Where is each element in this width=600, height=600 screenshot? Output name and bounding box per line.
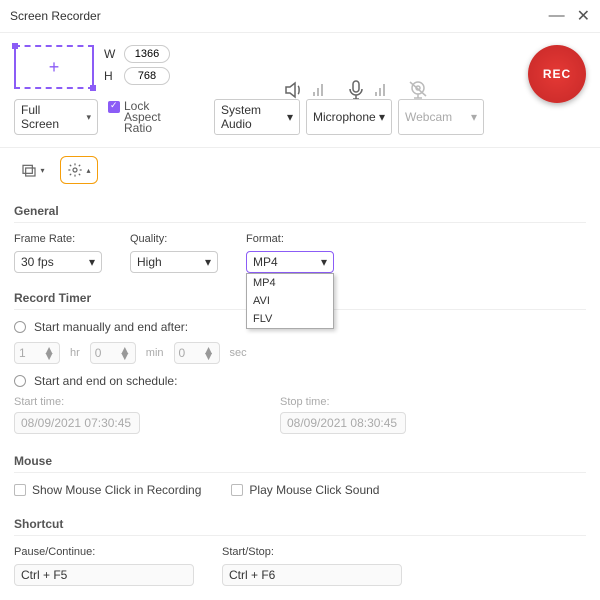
manual-timer-radio[interactable] [14, 321, 26, 333]
manual-timer-label: Start manually and end after: [34, 320, 188, 334]
minimize-icon[interactable]: ― [549, 7, 565, 25]
quality-select[interactable]: High ▾ [130, 251, 218, 273]
chevron-down-icon: ▾ [287, 110, 293, 124]
screenshot-tool-button[interactable]: ▾ [14, 156, 52, 184]
format-select[interactable]: MP4 ▾ [246, 251, 334, 273]
pause-shortcut-input[interactable]: Ctrl + F5 [14, 564, 194, 586]
play-click-sound-checkbox[interactable] [231, 484, 243, 496]
window-controls: ― ✕ [549, 6, 590, 26]
format-option-flv[interactable]: FLV [247, 310, 333, 328]
record-button[interactable]: REC [528, 45, 586, 103]
minutes-spinner[interactable]: 0 ▲▼ [90, 342, 136, 364]
general-section-title: General [14, 196, 586, 223]
format-label: Format: [246, 233, 334, 245]
chevron-down-icon: ▾ [379, 110, 385, 124]
play-click-sound-label: Play Mouse Click Sound [249, 483, 379, 497]
shortcut-section-title: Shortcut [14, 509, 586, 536]
height-input[interactable] [124, 67, 170, 85]
titlebar: Screen Recorder ― ✕ [0, 0, 600, 33]
window-title: Screen Recorder [10, 9, 101, 23]
width-label: W [104, 47, 118, 61]
start-shortcut-label: Start/Stop: [222, 546, 402, 558]
width-input[interactable] [124, 45, 170, 63]
show-mouse-click-checkbox[interactable] [14, 484, 26, 496]
schedule-timer-radio[interactable] [14, 375, 26, 387]
mouse-section-title: Mouse [14, 446, 586, 473]
quality-label: Quality: [130, 233, 218, 245]
stop-time-label: Stop time: [280, 396, 406, 408]
top-panel: + W H Full Screen ▾ [0, 33, 600, 148]
start-time-input[interactable]: 08/09/2021 07:30:45 [14, 412, 140, 434]
height-label: H [104, 69, 118, 83]
hours-spinner[interactable]: 1 ▲▼ [14, 342, 60, 364]
chevron-down-icon: ▾ [89, 255, 95, 269]
schedule-timer-label: Start and end on schedule: [34, 374, 177, 388]
frame-rate-label: Frame Rate: [14, 233, 102, 245]
start-time-label: Start time: [14, 396, 140, 408]
settings-tool-button[interactable]: ▴ [60, 156, 98, 184]
close-icon[interactable]: ✕ [577, 6, 590, 26]
stop-time-input[interactable]: 08/09/2021 08:30:45 [280, 412, 406, 434]
format-option-avi[interactable]: AVI [247, 292, 333, 310]
chevron-down-icon: ▾ [205, 255, 211, 269]
chevron-down-icon: ▾ [86, 112, 91, 123]
pause-shortcut-label: Pause/Continue: [14, 546, 194, 558]
system-audio-select[interactable]: System Audio ▾ [214, 99, 300, 135]
start-shortcut-input[interactable]: Ctrl + F6 [222, 564, 402, 586]
microphone-select[interactable]: Microphone ▾ [306, 99, 392, 135]
format-option-mp4[interactable]: MP4 [247, 274, 333, 292]
chevron-down-icon: ▾ [321, 255, 327, 269]
show-mouse-click-label: Show Mouse Click in Recording [32, 483, 201, 497]
format-dropdown: MP4 AVI FLV [246, 273, 334, 329]
capture-area-selector[interactable]: + [14, 45, 94, 89]
capture-mode-select[interactable]: Full Screen ▾ [14, 99, 98, 135]
seconds-spinner[interactable]: 0 ▲▼ [174, 342, 220, 364]
webcam-select[interactable]: Webcam ▾ [398, 99, 484, 135]
lock-aspect-label: Lock Aspect Ratio [124, 101, 184, 134]
frame-rate-select[interactable]: 30 fps ▾ [14, 251, 102, 273]
lock-aspect-checkbox[interactable] [108, 101, 120, 113]
chevron-down-icon: ▾ [471, 110, 477, 124]
